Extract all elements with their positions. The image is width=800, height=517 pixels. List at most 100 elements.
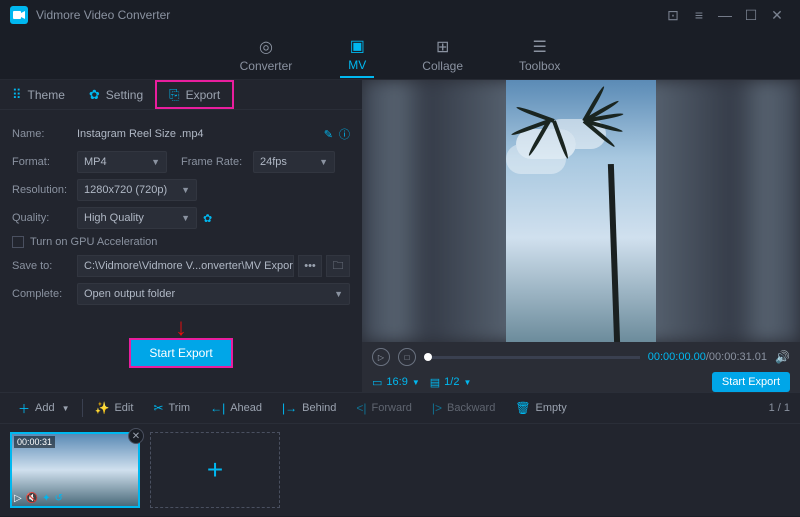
feedback-icon[interactable]: ⊡	[660, 7, 686, 24]
setting-icon: ✿	[89, 87, 100, 103]
add-clip-button[interactable]: +	[150, 432, 280, 508]
converter-icon: ◎	[259, 37, 273, 57]
framerate-label: Frame Rate:	[181, 156, 253, 168]
clip-duration: 00:00:31	[14, 436, 55, 448]
pager: 1 / 1	[769, 402, 790, 414]
remove-clip-icon[interactable]: ✕	[128, 428, 144, 444]
bottom-toolbar: ＋Add▼ ✨Edit ✂Trim ←|Ahead |→Behind <|For…	[0, 392, 800, 424]
thumb-settings-icon[interactable]: ↺	[55, 493, 63, 504]
thumb-controls: ▷ 🔇 ✦ ↺	[14, 493, 63, 504]
scissors-icon: ✂	[153, 401, 163, 415]
saveto-label: Save to:	[12, 260, 77, 272]
aspect-ratio-select[interactable]: ▭16:9▼	[372, 376, 420, 389]
menu-icon[interactable]: ≡	[686, 7, 712, 23]
tab-export[interactable]: ⎘Export	[155, 80, 234, 109]
nav-toolbox[interactable]: ☰ Toolbox	[511, 33, 568, 77]
framerate-select[interactable]: 24fps▼	[253, 151, 335, 173]
clip-thumbnail[interactable]: ✕ 00:00:31 ▷ 🔇 ✦ ↺	[10, 432, 140, 508]
tab-theme[interactable]: ⠿Theme	[0, 80, 77, 109]
name-value: Instagram Reel Size .mp4	[77, 128, 318, 140]
forward-icon: <|	[356, 401, 366, 415]
minimize-icon[interactable]: —	[712, 7, 738, 23]
name-label: Name:	[12, 128, 77, 140]
export-icon: ⎘	[169, 87, 179, 103]
preview-export-button[interactable]: Start Export	[712, 372, 790, 392]
export-form: Name: Instagram Reel Size .mp4 ✎ ⓘ Forma…	[0, 110, 362, 360]
start-export-button[interactable]: Start Export	[129, 338, 232, 368]
thumbnail-strip: ✕ 00:00:31 ▷ 🔇 ✦ ↺ +	[0, 424, 800, 516]
close-icon[interactable]: ✕	[764, 7, 790, 24]
format-select[interactable]: MP4▼	[77, 151, 167, 173]
nav-mv[interactable]: ▣ MV	[340, 32, 374, 78]
caret-icon: ▼	[151, 157, 160, 167]
checkbox-icon	[12, 236, 24, 248]
resolution-select[interactable]: 1280x720 (720p)▼	[77, 179, 197, 201]
caret-icon: ▼	[334, 289, 343, 299]
aspect-icon: ▭	[372, 376, 382, 389]
saveto-path[interactable]: C:\Vidmore\Vidmore V...onverter\MV Expor…	[77, 255, 294, 277]
stop-button[interactable]: □	[398, 348, 416, 366]
volume-icon[interactable]: 🔊	[775, 350, 790, 364]
add-button[interactable]: ＋Add▼	[10, 396, 78, 421]
preview-panel: ▷ □ 00:00:00.00/00:00:31.01 🔊 ▭16:9▼ ▤1/…	[362, 80, 800, 392]
mv-icon: ▣	[350, 36, 365, 56]
main-area: ⠿Theme ✿Setting ⎘Export Name: Instagram …	[0, 80, 800, 392]
backward-icon: |>	[432, 401, 442, 415]
complete-select[interactable]: Open output folder▼	[77, 283, 350, 305]
thumb-star-icon[interactable]: ✦	[42, 493, 50, 504]
trash-icon: 🗑	[515, 401, 530, 415]
quality-select[interactable]: High Quality▼	[77, 207, 197, 229]
main-nav: ◎ Converter ▣ MV ⊞ Collage ☰ Toolbox	[0, 30, 800, 80]
time-display: 00:00:00.00/00:00:31.01	[648, 351, 767, 363]
page-icon: ▤	[430, 376, 440, 389]
arrow-down-icon: ↓	[175, 314, 187, 341]
caret-icon: ▼	[181, 185, 190, 195]
export-panel: ⠿Theme ✿Setting ⎘Export Name: Instagram …	[0, 80, 362, 392]
quality-settings-icon[interactable]: ✿	[203, 212, 212, 225]
toolbox-icon: ☰	[533, 37, 547, 57]
app-title: Vidmore Video Converter	[36, 8, 660, 22]
quality-label: Quality:	[12, 212, 77, 224]
titlebar: Vidmore Video Converter ⊡ ≡ — ☐ ✕	[0, 0, 800, 30]
format-label: Format:	[12, 156, 77, 168]
playhead[interactable]	[424, 353, 432, 361]
plus-icon: ＋	[18, 400, 30, 417]
app-logo	[10, 6, 28, 24]
tab-setting[interactable]: ✿Setting	[77, 80, 155, 109]
more-path-icon[interactable]: •••	[298, 255, 322, 277]
nav-converter[interactable]: ◎ Converter	[232, 33, 301, 77]
timeline[interactable]	[424, 356, 640, 359]
thumb-play-icon[interactable]: ▷	[14, 493, 22, 504]
backward-button[interactable]: |>Backward	[424, 397, 503, 419]
behind-icon: |→	[282, 401, 297, 415]
gpu-checkbox[interactable]: Turn on GPU Acceleration	[12, 236, 350, 248]
panel-tabs: ⠿Theme ✿Setting ⎘Export	[0, 80, 362, 110]
page-select[interactable]: ▤1/2▼	[430, 376, 472, 389]
complete-label: Complete:	[12, 288, 77, 300]
empty-button[interactable]: 🗑Empty	[507, 397, 574, 419]
forward-button[interactable]: <|Forward	[348, 397, 419, 419]
info-icon[interactable]: ⓘ	[339, 126, 350, 142]
ahead-icon: ←|	[210, 401, 225, 415]
resolution-label: Resolution:	[12, 184, 77, 196]
ahead-button[interactable]: ←|Ahead	[202, 397, 270, 419]
edit-name-icon[interactable]: ✎	[324, 128, 333, 141]
video-frame	[506, 80, 656, 342]
nav-collage[interactable]: ⊞ Collage	[414, 33, 471, 77]
video-preview[interactable]	[362, 80, 800, 342]
collage-icon: ⊞	[436, 37, 449, 57]
caret-icon: ▼	[463, 378, 471, 387]
play-button[interactable]: ▷	[372, 348, 390, 366]
maximize-icon[interactable]: ☐	[738, 7, 764, 24]
plus-icon: +	[207, 454, 223, 486]
wand-icon: ✨	[95, 401, 110, 415]
theme-icon: ⠿	[12, 87, 22, 103]
browse-folder-icon[interactable]: 🗀	[326, 255, 350, 277]
thumb-mute-icon[interactable]: 🔇	[26, 493, 38, 504]
trim-button[interactable]: ✂Trim	[145, 397, 198, 419]
player-controls: ▷ □ 00:00:00.00/00:00:31.01 🔊 ▭16:9▼ ▤1/…	[362, 342, 800, 392]
caret-icon: ▼	[62, 404, 70, 413]
caret-icon: ▼	[181, 213, 190, 223]
edit-button[interactable]: ✨Edit	[87, 397, 142, 419]
behind-button[interactable]: |→Behind	[274, 397, 344, 419]
